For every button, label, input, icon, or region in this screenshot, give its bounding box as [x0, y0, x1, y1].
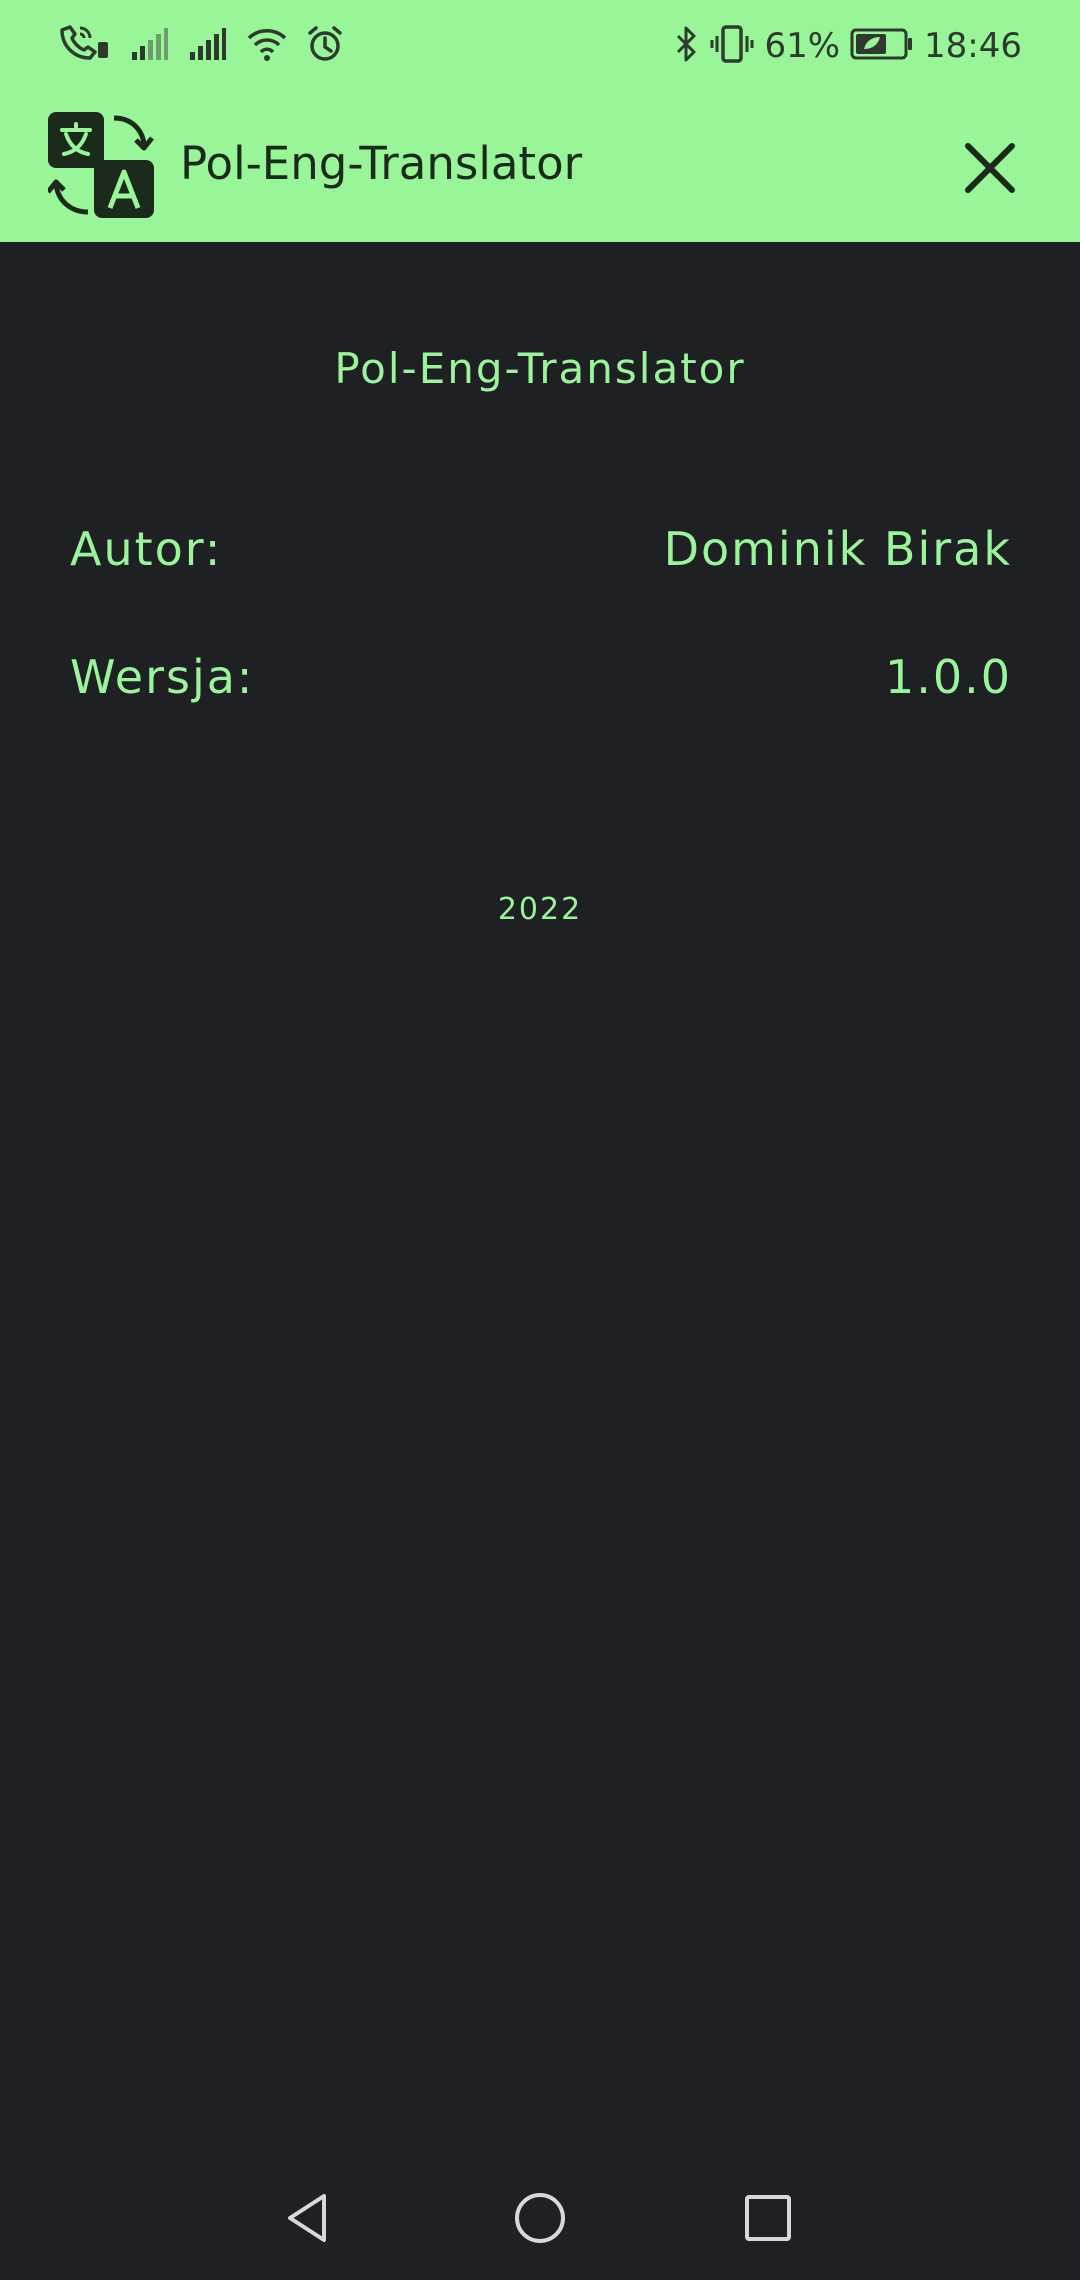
header: 61% 18:46 Pol-Eng-Translator — [0, 0, 1080, 242]
about-app-name: Pol-Eng-Translator — [334, 344, 746, 393]
close-button[interactable] — [944, 122, 1036, 214]
back-button[interactable] — [276, 2186, 340, 2250]
home-button[interactable] — [508, 2186, 572, 2250]
about-content: Pol-Eng-Translator Autor: Dominik Birak … — [0, 242, 1080, 2112]
vibrate-icon — [710, 24, 754, 69]
signal-icon — [130, 26, 170, 67]
home-icon — [515, 2193, 565, 2243]
alarm-icon — [306, 25, 344, 68]
battery-icon — [850, 27, 914, 66]
battery-percent: 61% — [764, 26, 841, 66]
close-icon — [965, 143, 1015, 193]
bluetooth-icon — [674, 24, 700, 69]
status-right-icons: 61% 18:46 — [674, 22, 1022, 70]
back-icon — [288, 2194, 326, 2242]
author-value: Dominik Birak — [663, 522, 1012, 576]
author-row: Autor: Dominik Birak — [70, 522, 1012, 576]
translate-icon — [46, 112, 154, 218]
app-title: Pol-Eng-Translator — [180, 137, 583, 190]
recent-apps-button[interactable] — [736, 2186, 800, 2250]
version-row: Wersja: 1.0.0 — [70, 650, 1012, 704]
wifi-icon — [246, 26, 288, 67]
app-bar: Pol-Eng-Translator — [0, 92, 1080, 242]
version-label: Wersja: — [70, 650, 255, 704]
copyright-year: 2022 — [497, 892, 583, 927]
clock: 18:46 — [924, 26, 1022, 66]
wifi-calling-icon — [56, 22, 112, 71]
status-left-icons — [56, 22, 344, 70]
signal-icon — [188, 26, 228, 67]
version-value: 1.0.0 — [884, 650, 1012, 704]
recent-apps-icon — [745, 2195, 791, 2241]
about-screen: 61% 18:46 Pol-Eng-Translator Pol-Eng-Tra… — [0, 0, 1080, 2280]
status-bar: 61% 18:46 — [0, 0, 1080, 92]
author-label: Autor: — [70, 522, 223, 576]
navigation-bar — [0, 2112, 1080, 2280]
